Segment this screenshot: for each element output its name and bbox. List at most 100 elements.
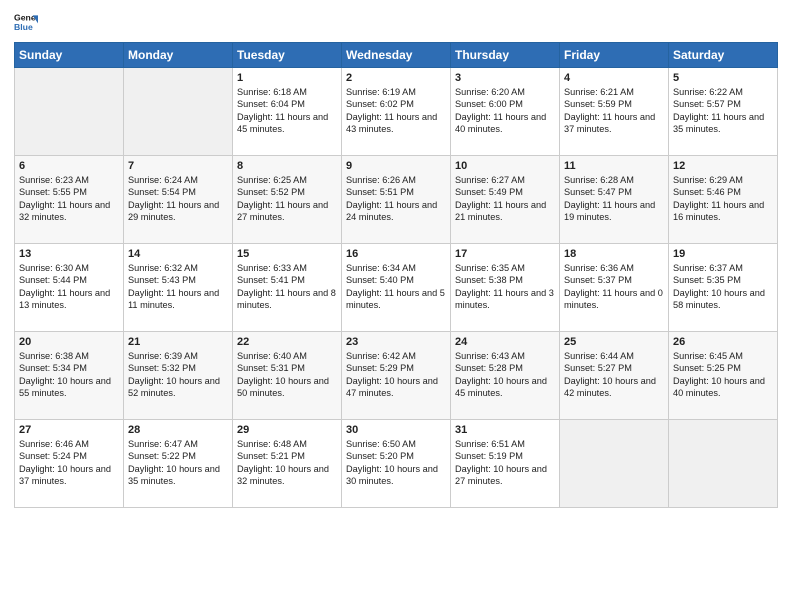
cell-content: Sunrise: 6:36 AMSunset: 5:37 PMDaylight:…	[564, 262, 664, 312]
calendar-cell: 27 Sunrise: 6:46 AMSunset: 5:24 PMDayligh…	[15, 420, 124, 508]
calendar-cell: 12Sunrise: 6:29 AMSunset: 5:46 PMDayligh…	[669, 156, 778, 244]
cell-content: Sunrise: 6:47 AMSunset: 5:22 PMDaylight:…	[128, 438, 228, 488]
day-number: 11	[564, 160, 664, 172]
day-number: 28	[128, 424, 228, 436]
calendar-cell	[124, 68, 233, 156]
header-row: SundayMondayTuesdayWednesdayThursdayFrid…	[15, 43, 778, 68]
cell-content: Sunrise: 6:38 AMSunset: 5:34 PMDaylight:…	[19, 350, 119, 400]
cell-content: Sunrise: 6:21 AMSunset: 5:59 PMDaylight:…	[564, 86, 664, 136]
week-row-4: 20Sunrise: 6:38 AMSunset: 5:34 PMDayligh…	[15, 332, 778, 420]
calendar-cell: 3 Sunrise: 6:20 AMSunset: 6:00 PMDaylight…	[451, 68, 560, 156]
logo-icon: General Blue	[14, 10, 38, 34]
svg-text:Blue: Blue	[14, 22, 33, 32]
col-header-sunday: Sunday	[15, 43, 124, 68]
day-number: 10	[455, 160, 555, 172]
cell-content: Sunrise: 6:37 AMSunset: 5:35 PMDaylight:…	[673, 262, 773, 312]
week-row-3: 13 Sunrise: 6:30 AMSunset: 5:44 PMDayligh…	[15, 244, 778, 332]
cell-content: Sunrise: 6:43 AMSunset: 5:28 PMDaylight:…	[455, 350, 555, 400]
col-header-tuesday: Tuesday	[233, 43, 342, 68]
col-header-wednesday: Wednesday	[342, 43, 451, 68]
day-number: 27	[19, 424, 119, 436]
day-number: 5	[673, 72, 773, 84]
calendar-cell: 19 Sunrise: 6:37 AMSunset: 5:35 PMDayligh…	[669, 244, 778, 332]
cell-content: Sunrise: 6:19 AMSunset: 6:02 PMDaylight:…	[346, 86, 446, 136]
calendar-cell: 14 Sunrise: 6:32 AMSunset: 5:43 PMDayligh…	[124, 244, 233, 332]
calendar-cell: 7Sunrise: 6:24 AMSunset: 5:54 PMDaylight…	[124, 156, 233, 244]
calendar-cell: 4 Sunrise: 6:21 AMSunset: 5:59 PMDaylight…	[560, 68, 669, 156]
cell-content: Sunrise: 6:30 AMSunset: 5:44 PMDaylight:…	[19, 262, 119, 312]
cell-content: Sunrise: 6:50 AMSunset: 5:20 PMDaylight:…	[346, 438, 446, 488]
day-number: 8	[237, 160, 337, 172]
day-number: 14	[128, 248, 228, 260]
calendar-cell: 20Sunrise: 6:38 AMSunset: 5:34 PMDayligh…	[15, 332, 124, 420]
cell-content: Sunrise: 6:29 AMSunset: 5:46 PMDaylight:…	[673, 174, 773, 224]
day-number: 9	[346, 160, 446, 172]
logo: General Blue	[14, 10, 42, 34]
calendar-cell: 1Sunrise: 6:18 AMSunset: 6:04 PMDaylight…	[233, 68, 342, 156]
cell-content: Sunrise: 6:45 AMSunset: 5:25 PMDaylight:…	[673, 350, 773, 400]
cell-content: Sunrise: 6:28 AMSunset: 5:47 PMDaylight:…	[564, 174, 664, 224]
cell-content: Sunrise: 6:48 AMSunset: 5:21 PMDaylight:…	[237, 438, 337, 488]
week-row-1: 1Sunrise: 6:18 AMSunset: 6:04 PMDaylight…	[15, 68, 778, 156]
day-number: 16	[346, 248, 446, 260]
cell-content: Sunrise: 6:46 AMSunset: 5:24 PMDaylight:…	[19, 438, 119, 488]
day-number: 21	[128, 336, 228, 348]
cell-content: Sunrise: 6:27 AMSunset: 5:49 PMDaylight:…	[455, 174, 555, 224]
day-number: 6	[19, 160, 119, 172]
day-number: 19	[673, 248, 773, 260]
calendar-cell: 23 Sunrise: 6:42 AMSunset: 5:29 PMDayligh…	[342, 332, 451, 420]
day-number: 13	[19, 248, 119, 260]
cell-content: Sunrise: 6:25 AMSunset: 5:52 PMDaylight:…	[237, 174, 337, 224]
calendar-cell: 30 Sunrise: 6:50 AMSunset: 5:20 PMDayligh…	[342, 420, 451, 508]
col-header-monday: Monday	[124, 43, 233, 68]
col-header-saturday: Saturday	[669, 43, 778, 68]
calendar-cell: 10 Sunrise: 6:27 AMSunset: 5:49 PMDayligh…	[451, 156, 560, 244]
calendar-cell: 17 Sunrise: 6:35 AMSunset: 5:38 PMDayligh…	[451, 244, 560, 332]
cell-content: Sunrise: 6:32 AMSunset: 5:43 PMDaylight:…	[128, 262, 228, 312]
calendar-cell: 11 Sunrise: 6:28 AMSunset: 5:47 PMDayligh…	[560, 156, 669, 244]
cell-content: Sunrise: 6:20 AMSunset: 6:00 PMDaylight:…	[455, 86, 555, 136]
calendar-cell: 25Sunrise: 6:44 AMSunset: 5:27 PMDayligh…	[560, 332, 669, 420]
calendar-cell: 31 Sunrise: 6:51 AMSunset: 5:19 PMDayligh…	[451, 420, 560, 508]
day-number: 24	[455, 336, 555, 348]
cell-content: Sunrise: 6:35 AMSunset: 5:38 PMDaylight:…	[455, 262, 555, 312]
calendar-cell: 2 Sunrise: 6:19 AMSunset: 6:02 PMDaylight…	[342, 68, 451, 156]
cell-content: Sunrise: 6:26 AMSunset: 5:51 PMDaylight:…	[346, 174, 446, 224]
calendar-cell	[560, 420, 669, 508]
calendar-cell: 16 Sunrise: 6:34 AMSunset: 5:40 PMDayligh…	[342, 244, 451, 332]
day-number: 2	[346, 72, 446, 84]
day-number: 22	[237, 336, 337, 348]
day-number: 23	[346, 336, 446, 348]
day-number: 3	[455, 72, 555, 84]
day-number: 18	[564, 248, 664, 260]
week-row-2: 6 Sunrise: 6:23 AMSunset: 5:55 PMDaylight…	[15, 156, 778, 244]
cell-content: Sunrise: 6:23 AMSunset: 5:55 PMDaylight:…	[19, 174, 119, 224]
cell-content: Sunrise: 6:42 AMSunset: 5:29 PMDaylight:…	[346, 350, 446, 400]
calendar-cell: 18 Sunrise: 6:36 AMSunset: 5:37 PMDayligh…	[560, 244, 669, 332]
day-number: 4	[564, 72, 664, 84]
calendar-cell: 8 Sunrise: 6:25 AMSunset: 5:52 PMDaylight…	[233, 156, 342, 244]
cell-content: Sunrise: 6:51 AMSunset: 5:19 PMDaylight:…	[455, 438, 555, 488]
day-number: 30	[346, 424, 446, 436]
cell-content: Sunrise: 6:22 AMSunset: 5:57 PMDaylight:…	[673, 86, 773, 136]
calendar-cell: 22Sunrise: 6:40 AMSunset: 5:31 PMDayligh…	[233, 332, 342, 420]
calendar-cell: 28 Sunrise: 6:47 AMSunset: 5:22 PMDayligh…	[124, 420, 233, 508]
cell-content: Sunrise: 6:33 AMSunset: 5:41 PMDaylight:…	[237, 262, 337, 312]
calendar-cell: 15 Sunrise: 6:33 AMSunset: 5:41 PMDayligh…	[233, 244, 342, 332]
cell-content: Sunrise: 6:34 AMSunset: 5:40 PMDaylight:…	[346, 262, 446, 312]
calendar-cell: 29 Sunrise: 6:48 AMSunset: 5:21 PMDayligh…	[233, 420, 342, 508]
day-number: 26	[673, 336, 773, 348]
cell-content: Sunrise: 6:44 AMSunset: 5:27 PMDaylight:…	[564, 350, 664, 400]
calendar-cell	[669, 420, 778, 508]
day-number: 15	[237, 248, 337, 260]
day-number: 29	[237, 424, 337, 436]
calendar-cell: 21Sunrise: 6:39 AMSunset: 5:32 PMDayligh…	[124, 332, 233, 420]
day-number: 31	[455, 424, 555, 436]
cell-content: Sunrise: 6:18 AMSunset: 6:04 PMDaylight:…	[237, 86, 337, 136]
week-row-5: 27 Sunrise: 6:46 AMSunset: 5:24 PMDayligh…	[15, 420, 778, 508]
calendar-cell: 6 Sunrise: 6:23 AMSunset: 5:55 PMDaylight…	[15, 156, 124, 244]
calendar-cell: 24 Sunrise: 6:43 AMSunset: 5:28 PMDayligh…	[451, 332, 560, 420]
day-number: 17	[455, 248, 555, 260]
calendar-cell: 5 Sunrise: 6:22 AMSunset: 5:57 PMDaylight…	[669, 68, 778, 156]
calendar-table: SundayMondayTuesdayWednesdayThursdayFrid…	[14, 42, 778, 508]
